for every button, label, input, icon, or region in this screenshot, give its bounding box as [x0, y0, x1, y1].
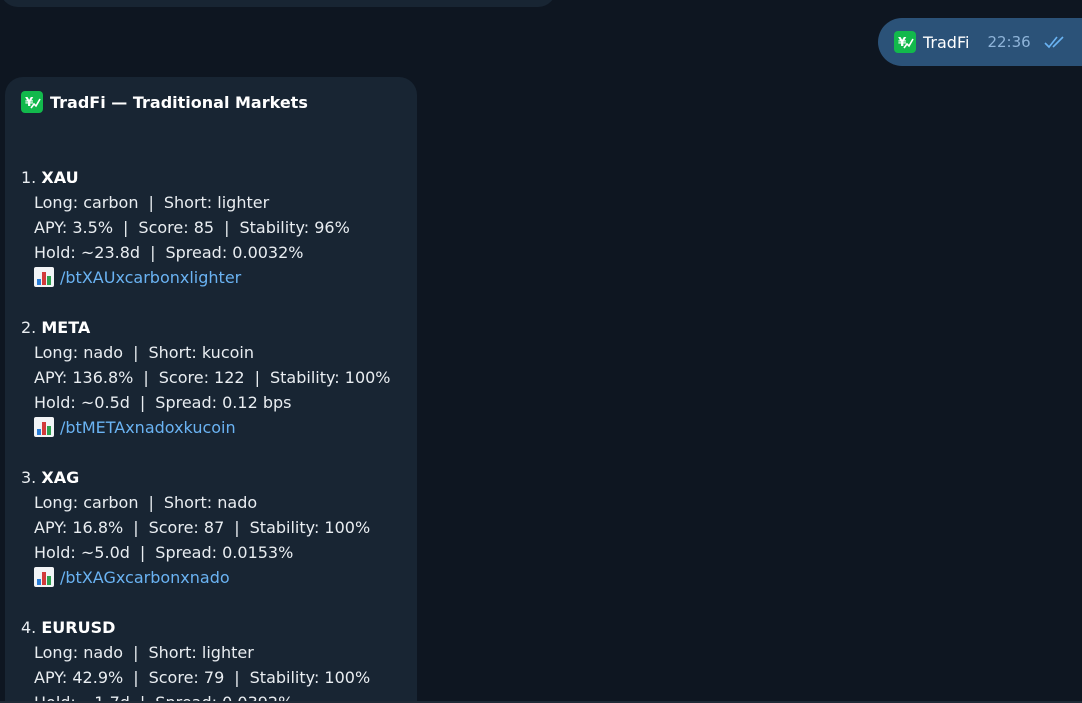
long-venue: Long: nado [34, 343, 124, 362]
market-sides: Long: carbon | Short: nado [21, 490, 401, 515]
bar-chart-icon [34, 567, 54, 587]
backtest-command-link[interactable]: /btXAUxcarbonxlighter [60, 268, 241, 287]
market-item: 1. XAU Long: carbon | Short: lighter APY: … [21, 165, 401, 290]
market-symbol: EURUSD [41, 618, 116, 637]
market-symbol: XAG [41, 468, 80, 487]
spread-value: Spread: 0.0153% [155, 543, 294, 562]
score-value: Score: 87 [148, 518, 225, 537]
market-item: 3. XAG Long: carbon | Short: nado APY: 16.… [21, 465, 401, 590]
market-rank: 3. [21, 468, 37, 487]
incoming-message-bubble[interactable]: ¥ TradFi — Traditional Markets 1. XAU Lo… [5, 77, 417, 703]
separator: | [254, 368, 260, 387]
long-venue: Long: nado [34, 643, 124, 662]
market-item: 4. EURUSD Long: nado | Short: lighter APY:… [21, 615, 401, 703]
backtest-command-row: /btXAGxcarbonxnado [21, 565, 401, 590]
market-hold-spread: Hold: ~5.0d | Spread: 0.0153% [21, 540, 401, 565]
apy-value: APY: 42.9% [34, 668, 124, 687]
outgoing-message-text: TradFi [923, 32, 970, 52]
spread-value: Spread: 0.12 bps [155, 393, 292, 412]
market-heading: 1. XAU [21, 165, 401, 190]
market-metrics: APY: 136.8% | Score: 122 | Stability: 100% [21, 365, 401, 390]
separator: | [148, 193, 154, 212]
chart-increasing-yen-icon: ¥ [894, 31, 916, 53]
stability-value: Stability: 100% [269, 368, 391, 387]
separator: | [143, 368, 149, 387]
short-venue: Short: kucoin [148, 343, 254, 362]
market-rank: 4. [21, 618, 37, 637]
market-sides: Long: nado | Short: lighter [21, 640, 401, 665]
message-header: ¥ TradFi — Traditional Markets [21, 89, 401, 115]
market-metrics: APY: 16.8% | Score: 87 | Stability: 100% [21, 515, 401, 540]
market-rank: 2. [21, 318, 37, 337]
market-sides: Long: carbon | Short: lighter [21, 190, 401, 215]
score-value: Score: 122 [158, 368, 245, 387]
hold-value: Hold: ~0.5d [34, 393, 130, 412]
market-metrics: APY: 3.5% | Score: 85 | Stability: 96% [21, 215, 401, 240]
stability-value: Stability: 100% [249, 668, 371, 687]
market-sides: Long: nado | Short: kucoin [21, 340, 401, 365]
market-hold-spread: Hold: ~0.5d | Spread: 0.12 bps [21, 390, 401, 415]
separator: | [139, 393, 146, 412]
separator: | [234, 668, 240, 687]
chart-increasing-yen-icon: ¥ [21, 91, 43, 113]
separator: | [133, 518, 139, 537]
bar-chart-icon [34, 417, 54, 437]
backtest-command-link[interactable]: /btMETAxnadoxkucoin [60, 418, 236, 437]
market-metrics: APY: 42.9% | Score: 79 | Stability: 100% [21, 665, 401, 690]
market-symbol: META [41, 318, 91, 337]
message-title: TradFi — Traditional Markets [50, 92, 308, 112]
separator: | [150, 243, 156, 262]
separator: | [224, 218, 230, 237]
score-value: Score: 79 [148, 668, 225, 687]
market-rank: 1. [21, 168, 37, 187]
bar-chart-icon [34, 267, 54, 287]
hold-value: Hold: ~5.0d [34, 543, 130, 562]
market-heading: 3. XAG [21, 465, 401, 490]
outgoing-message-bubble[interactable]: ¥ TradFi 22:36 [878, 18, 1082, 66]
market-heading: 2. META [21, 315, 401, 340]
separator: | [133, 343, 139, 362]
long-venue: Long: carbon [34, 493, 139, 512]
backtest-command-row: /btMETAxnadoxkucoin [21, 415, 401, 440]
apy-value: APY: 3.5% [34, 218, 114, 237]
short-venue: Short: lighter [163, 193, 270, 212]
market-item: 2. META Long: nado | Short: kucoin APY: 13… [21, 315, 401, 440]
message-timestamp: 22:36 [987, 33, 1031, 51]
market-hold-spread: Hold: ~23.8d | Spread: 0.0032% [21, 240, 401, 265]
short-venue: Short: lighter [148, 643, 254, 662]
score-value: Score: 85 [138, 218, 215, 237]
hold-value: Hold: ~23.8d [34, 243, 141, 262]
separator: | [123, 218, 129, 237]
separator: | [148, 493, 154, 512]
chat-view: ¥ TradFi 22:36 ¥ TradFi — Traditional Ma… [0, 0, 1082, 703]
separator: | [133, 643, 139, 662]
stability-value: Stability: 100% [249, 518, 371, 537]
previous-message-bubble [0, 0, 556, 7]
separator: | [234, 518, 240, 537]
short-venue: Short: nado [163, 493, 258, 512]
backtest-command-row: /btXAUxcarbonxlighter [21, 265, 401, 290]
market-symbol: XAU [41, 168, 79, 187]
spread-value: Spread: 0.0032% [165, 243, 304, 262]
stability-value: Stability: 96% [239, 218, 350, 237]
market-list: 1. XAU Long: carbon | Short: lighter APY: … [21, 165, 401, 703]
market-heading: 4. EURUSD [21, 615, 401, 640]
separator: | [139, 543, 146, 562]
apy-value: APY: 16.8% [34, 518, 124, 537]
double-check-icon [1043, 35, 1069, 49]
backtest-command-link[interactable]: /btXAGxcarbonxnado [60, 568, 230, 587]
apy-value: APY: 136.8% [34, 368, 134, 387]
separator: | [133, 668, 139, 687]
long-venue: Long: carbon [34, 193, 139, 212]
